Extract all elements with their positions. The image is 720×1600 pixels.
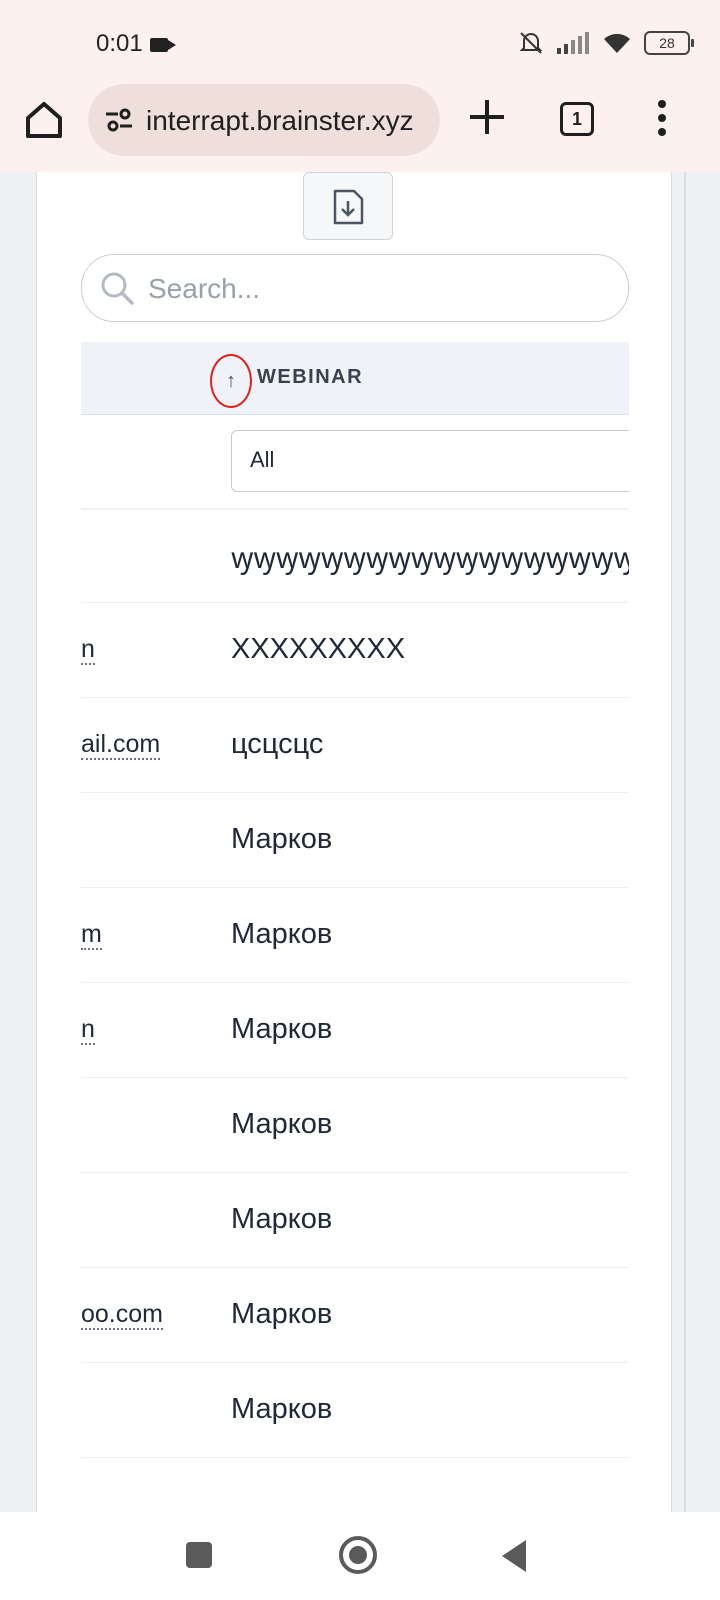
table-row[interactable]: n XXXXXXXXX [81,603,629,698]
home-nav-button[interactable] [339,1536,377,1574]
filter-row: All [81,414,629,509]
webinar-cell: Марков [231,1013,333,1045]
table-card: ↑ WEBINAR All ꝡꝡꝡꝡꝡꝡꝡꝡꝡꝡꝡꝡꝡꝡꝡꝡꝡꝡꝡꝡꝡꝡꝡꝡꝡꝡ… [36,172,672,1512]
wifi-icon [604,33,630,53]
search-icon [101,272,134,305]
tab-switcher-button[interactable]: 1 [560,102,594,136]
table-row[interactable]: m Марков [81,888,629,983]
table-row[interactable]: Марков [81,1078,629,1173]
status-time: 0:01 [96,30,143,57]
table-row[interactable]: oo.com Марков [81,1268,629,1363]
filter-selected-value: All [250,447,275,472]
page-content: ↑ WEBINAR All ꝡꝡꝡꝡꝡꝡꝡꝡꝡꝡꝡꝡꝡꝡꝡꝡꝡꝡꝡꝡꝡꝡꝡꝡꝡꝡ… [0,172,720,1512]
system-navigation-bar [0,1512,720,1600]
battery-icon: 28 [644,31,694,55]
url-text: interrapt.brainster.xyz [146,105,414,136]
table-header: ↑ WEBINAR [81,342,629,415]
table-row[interactable]: ail.com цсцсцс [81,698,629,793]
recents-button[interactable] [186,1542,212,1568]
email-link[interactable]: m [81,920,102,950]
sort-button[interactable]: ↑ [210,354,252,408]
webinar-cell: Марков [231,1298,333,1330]
page-divider [684,172,686,1512]
status-icons: 28 [518,28,694,58]
site-settings-icon[interactable] [104,106,134,134]
search-input[interactable] [146,269,610,309]
webinar-cell: XXXXXXXXX [231,633,406,665]
webinar-cell: ꝡꝡꝡꝡꝡꝡꝡꝡꝡꝡꝡꝡꝡꝡꝡꝡꝡꝡꝡꝡꝡꝡꝡꝡꝡꝡꝡꝡꝡꝡꝡꝡꝡꝡꝡꝡꝡꝡꝡꝡ [231,543,629,575]
address-bar[interactable]: interrapt.brainster.xyz [88,84,440,156]
column-header-webinar[interactable]: WEBINAR [257,366,363,389]
screen-record-icon [150,38,176,52]
webinar-cell: Марков [231,918,333,950]
table-row[interactable]: ꝡꝡꝡꝡꝡꝡꝡꝡꝡꝡꝡꝡꝡꝡꝡꝡꝡꝡꝡꝡꝡꝡꝡꝡꝡꝡꝡꝡꝡꝡꝡꝡꝡꝡꝡꝡꝡꝡꝡꝡ [81,508,629,603]
browser-chrome: 0:01 28 interrapt.brainster.xyz 1 [0,0,720,172]
silent-bell-icon [519,32,543,54]
table-row[interactable]: Марков [81,1363,629,1458]
webinar-cell: Марков [231,1203,333,1235]
table-row[interactable]: Марков [81,793,629,888]
file-download-icon [333,189,364,225]
signal-icon [557,32,589,54]
webinar-cell: Марков [231,1108,333,1140]
webinar-cell: цсцсцс [231,728,324,760]
home-icon[interactable] [22,98,66,142]
new-tab-button[interactable] [470,100,504,134]
webinar-cell: Марков [231,823,333,855]
export-button[interactable] [303,172,393,240]
webinar-filter-select[interactable]: All [231,430,629,492]
browser-menu-button[interactable] [656,100,668,136]
email-link[interactable]: n [81,1015,95,1045]
email-link[interactable]: ail.com [81,730,161,760]
back-button[interactable] [502,1540,526,1572]
highlight-circle [210,354,252,408]
data-table: ↑ WEBINAR All ꝡꝡꝡꝡꝡꝡꝡꝡꝡꝡꝡꝡꝡꝡꝡꝡꝡꝡꝡꝡꝡꝡꝡꝡꝡꝡ… [81,342,629,1512]
email-link[interactable]: n [81,635,95,665]
webinar-cell: Марков [231,1393,333,1425]
email-link[interactable]: oo.com [81,1300,163,1330]
table-row[interactable]: n Марков [81,983,629,1078]
table-row[interactable]: Марков [81,1173,629,1268]
search-box[interactable] [81,254,629,322]
